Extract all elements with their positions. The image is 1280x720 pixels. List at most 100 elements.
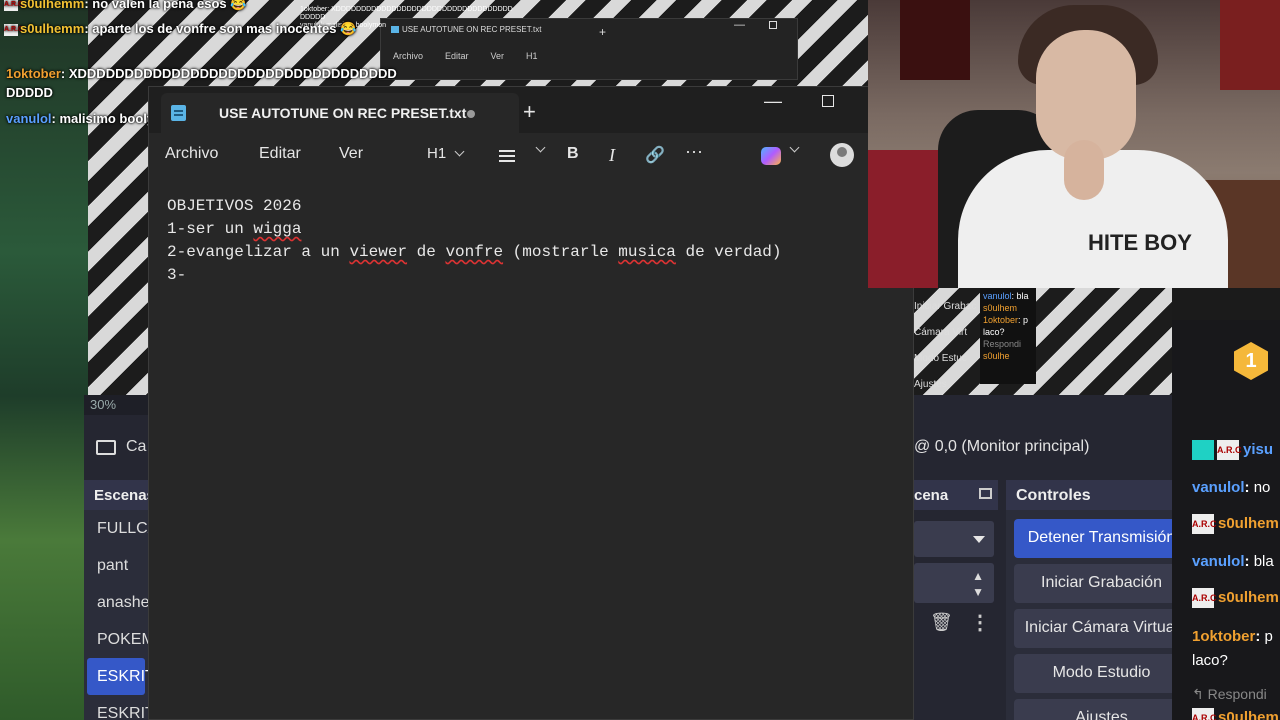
arc-badge: A.R.C — [4, 0, 23, 11]
trash-icon[interactable]: 🗑 — [930, 612, 953, 633]
chat-username: s0ulhem — [1218, 588, 1279, 606]
mini-chat: vanulol: bla s0ulhem 1oktober: p laco? R… — [980, 288, 1036, 384]
chat-text: aparte los de vonfre son mas inocentes — [92, 21, 337, 36]
chat-message: A.R.C s0ulhem — [1192, 588, 1279, 608]
unsaved-dot-icon[interactable] — [467, 110, 475, 118]
settings-button[interactable]: Ajustes — [1014, 699, 1172, 720]
arc-badge: A.R.C — [1192, 708, 1217, 720]
text-line-2: 1-ser un wigga — [167, 218, 782, 241]
scene-item-active[interactable]: ESKRITORIO — [87, 658, 148, 695]
chat-message: 1oktober: p — [1192, 628, 1273, 645]
chat-username: vanulol — [6, 111, 52, 126]
stop-stream-button[interactable]: Detener Transmisión — [1014, 519, 1172, 558]
controls-panel: Controles Detener Transmisión Iniciar Gr… — [1006, 480, 1172, 720]
text-segment: (mostrarle — [503, 243, 619, 261]
webcam-feed: HITE BOY — [868, 0, 1280, 288]
chat-username: yisu — [1243, 440, 1274, 458]
more-icon[interactable]: ··· — [685, 141, 703, 162]
background-notepad-menu: Archivo Editar Ver H1 — [393, 51, 538, 61]
chat-username: vanulol — [983, 291, 1012, 301]
misspelled-word: wigga — [253, 220, 302, 238]
minimize-button[interactable]: — — [764, 91, 782, 112]
mini-control: Cámara Virt — [914, 327, 968, 338]
list-icon[interactable] — [499, 150, 515, 152]
hype-badge: 1 — [1234, 342, 1268, 380]
chevron-down-icon — [535, 142, 546, 153]
link-icon[interactable]: 🔗 — [645, 145, 665, 165]
studio-mode-button[interactable]: Modo Estudio — [1014, 654, 1172, 693]
shirt-text: HITE BOY — [1088, 230, 1192, 255]
chat-message: A.R.Cs0ulhemm: aparte los de vonfre son … — [4, 21, 357, 36]
mini-chat-line: s0ulhem — [983, 302, 1033, 314]
chat-message: 1oktober: XDDDDDDDDDDDDDDDDDDDDDDDDDDDDD… — [6, 66, 397, 81]
menu-ver: Ver — [490, 51, 505, 61]
chevron-down-icon — [454, 146, 465, 157]
tiny-chat-line: 1oktober: XDDDDDDDDDDDDDDDDDDDDDDDDDDDDD… — [300, 6, 513, 13]
text-segment: 1-ser un — [167, 220, 254, 238]
scene-item[interactable]: POKEMON — [84, 621, 148, 658]
heading-dropdown[interactable]: H1 — [427, 145, 465, 162]
text-segment: 2-evangelizar a un — [167, 243, 350, 261]
scene-item[interactable]: pant — [84, 547, 148, 584]
account-avatar-icon[interactable] — [830, 143, 854, 167]
notepad-text-area[interactable]: OBJETIVOS 2026 1-ser un wigga 2-evangeliza… — [167, 195, 782, 287]
notepad-tab[interactable]: USE AUTOTUNE ON REC PRESET.txt — [161, 93, 519, 133]
chat-message: laco? — [1192, 652, 1228, 669]
notepad-toolbar: Archivo Editar Ver H1 B I 🔗 ··· — [149, 133, 913, 177]
chevron-down-icon[interactable]: ▼ — [972, 585, 984, 599]
controls-title: Controles — [1006, 480, 1172, 510]
list-dropdown[interactable] — [527, 141, 546, 159]
arc-badge: A.R.C — [1192, 514, 1217, 534]
arc-badge: A.R.C — [1192, 588, 1217, 608]
obs-camera-row[interactable]: Ca — [84, 425, 148, 469]
menu-archivo: Archivo — [393, 51, 424, 61]
maximize-button[interactable] — [822, 95, 834, 107]
chat-username: 1oktober — [1192, 628, 1256, 645]
emote-icon — [1192, 440, 1214, 460]
chat-username: s0ulhem — [1218, 514, 1279, 532]
menu-edit[interactable]: Editar — [259, 145, 301, 163]
sources-stepper[interactable]: ▲ ▼ — [914, 563, 994, 603]
mini-chat-line: s0ulhe — [983, 350, 1033, 362]
scene-item[interactable]: ESKRIT — [84, 695, 148, 720]
more-options-icon[interactable]: ⋮ — [970, 610, 990, 635]
bold-button[interactable]: B — [567, 145, 579, 163]
scene-item[interactable]: FULLCAM — [84, 510, 148, 547]
scene-item[interactable]: anashe — [84, 584, 148, 621]
obs-zoom: 30% — [84, 395, 148, 415]
arc-badge: A.R.C — [1217, 440, 1242, 460]
chat-text: bla — [1253, 553, 1274, 570]
sources-dropdown[interactable] — [914, 521, 994, 557]
wall-poster — [1220, 0, 1280, 90]
chat-message: A.R.C s0ulhem — [1192, 514, 1279, 534]
chat-message: DDDDD — [6, 85, 53, 100]
sources-title-text: cena — [914, 487, 949, 504]
mini-obs-controls: Iniciar Grabac Cámara Virt Modo Estuc Aj… — [914, 294, 980, 398]
text-line-1: OBJETIVOS 2026 — [167, 197, 302, 215]
new-tab-button[interactable]: + — [523, 99, 536, 125]
italic-button[interactable]: I — [609, 145, 615, 166]
new-tab-icon: + — [599, 25, 607, 39]
mini-chat-line: vanulol: bla — [983, 291, 1029, 301]
menu-view[interactable]: Ver — [339, 145, 363, 163]
tab-title: USE AUTOTUNE ON REC PRESET.txt — [219, 105, 467, 121]
virtual-camera-button[interactable]: Iniciar Cámara Virtual — [1014, 609, 1172, 648]
menu-file[interactable]: Archivo — [165, 145, 218, 163]
misspelled-word: musica — [618, 243, 676, 261]
copilot-icon[interactable] — [761, 147, 781, 165]
chat-message: vanulol: no — [1192, 479, 1271, 496]
copilot-dropdown[interactable] — [781, 141, 800, 159]
dock-icon[interactable] — [979, 488, 992, 499]
emoji-icon: 😂 — [340, 21, 357, 36]
chat-text: laco? — [1192, 652, 1228, 669]
chat-text: no valen la pena esos — [92, 0, 227, 11]
scenes-title: Escenas — [84, 480, 148, 510]
mini-control: Iniciar Grabac — [914, 301, 977, 312]
notepad-titlebar: USE AUTOTUNE ON REC PRESET.txt + — — [149, 87, 913, 133]
camera-label: Ca — [126, 438, 147, 455]
heading-label: H1 — [427, 145, 447, 162]
chevron-up-icon[interactable]: ▲ — [972, 569, 984, 583]
reply-icon: ↰ — [1192, 686, 1204, 702]
start-recording-button[interactable]: Iniciar Grabación — [1014, 564, 1172, 603]
chat-text: DDDDD — [6, 85, 53, 100]
